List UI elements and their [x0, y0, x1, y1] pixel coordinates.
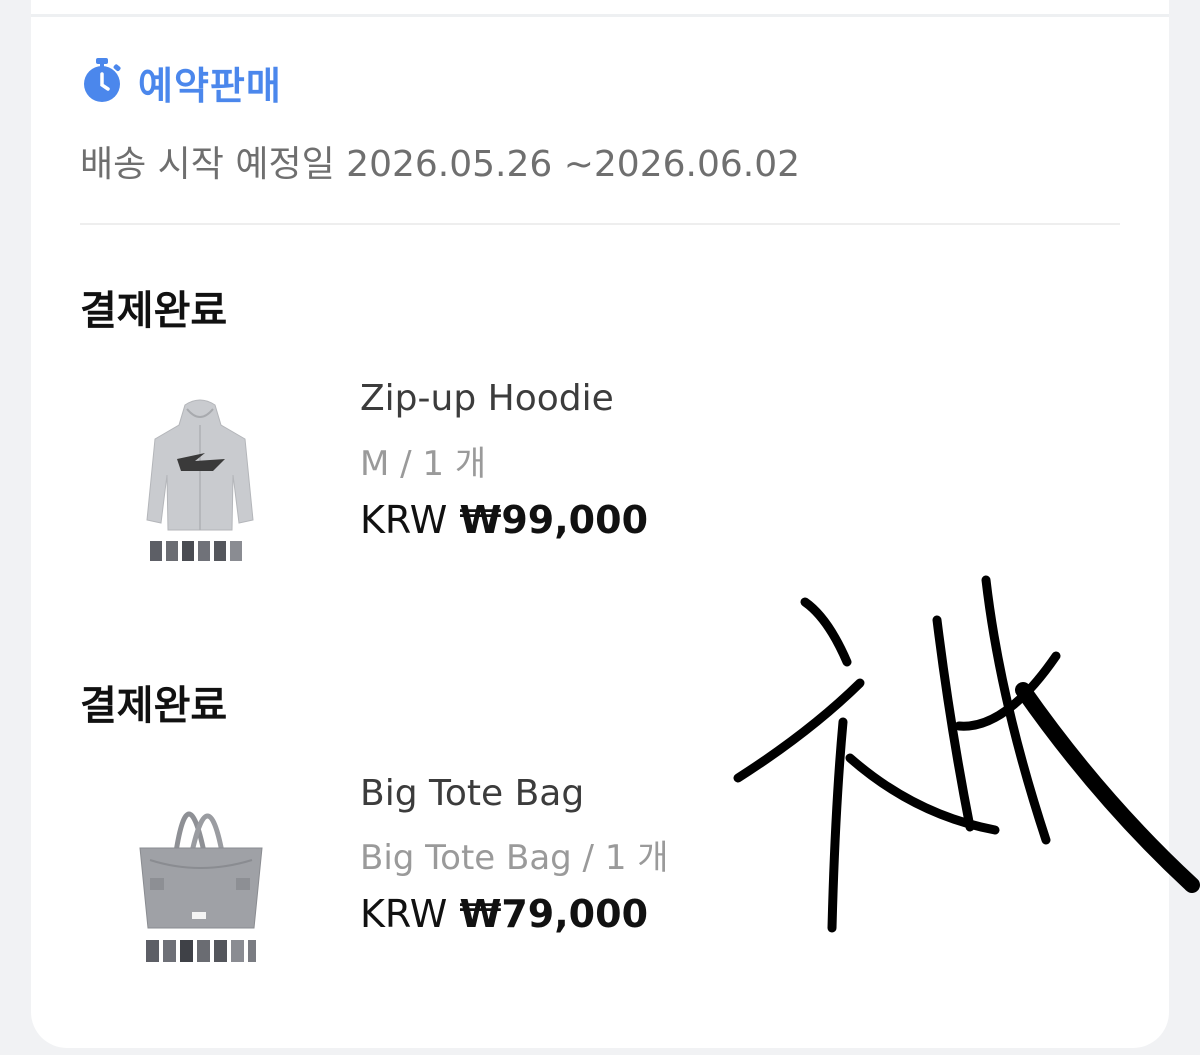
price-amount: ₩79,000: [459, 892, 649, 936]
product-name[interactable]: Zip-up Hoodie: [360, 378, 614, 419]
product-option: Big Tote Bag / 1 개: [360, 838, 669, 878]
top-divider: [31, 14, 1169, 17]
price-amount: ₩99,000: [459, 498, 649, 542]
shipping-date: 배송 시작 예정일 2026.05.26 ~2026.06.02: [80, 144, 801, 185]
stopwatch-icon: [80, 56, 124, 108]
handwritten-scribble: [700, 560, 1200, 984]
tote-bag-image[interactable]: [130, 780, 270, 974]
order-status: 결제완료: [80, 683, 228, 729]
product-price: KRW ₩79,000: [360, 892, 648, 936]
preorder-label: 예약판매: [138, 63, 282, 108]
hoodie-image[interactable]: [135, 395, 265, 574]
currency-label: KRW: [360, 892, 448, 936]
product-name[interactable]: Big Tote Bag: [360, 773, 584, 814]
section-divider: [80, 223, 1120, 225]
currency-label: KRW: [360, 498, 448, 542]
preorder-badge: 예약판매: [80, 52, 282, 112]
product-price: KRW ₩99,000: [360, 498, 648, 542]
product-option: M / 1 개: [360, 444, 487, 484]
order-status: 결제완료: [80, 288, 228, 334]
